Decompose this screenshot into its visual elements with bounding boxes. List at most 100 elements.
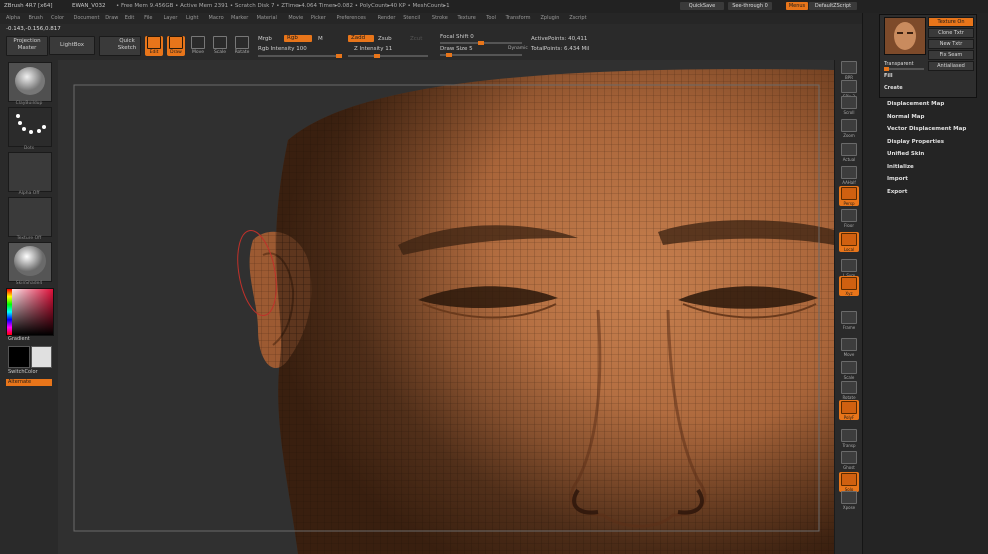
menu-picker[interactable]: Picker <box>311 15 326 21</box>
zcut-toggle[interactable]: Zcut <box>410 36 422 42</box>
fix-seam-button[interactable]: Fix Seam <box>928 50 974 60</box>
new-txtr-button[interactable]: New Txtr <box>928 39 974 49</box>
menu-preferences[interactable]: Preferences <box>337 15 366 21</box>
scroll-button[interactable]: Scroll <box>839 95 859 115</box>
solo-button[interactable]: Solo <box>839 472 859 492</box>
rgb-intensity-track[interactable] <box>258 54 342 58</box>
mrgb-toggle[interactable]: Mrgb <box>258 36 272 42</box>
rgb-toggle[interactable]: Rgb <box>284 35 312 42</box>
move-button[interactable]: Move <box>839 337 859 357</box>
material-selector[interactable] <box>8 242 52 282</box>
palette-item-export[interactable]: Export <box>887 189 907 195</box>
palette-item-displacement-map[interactable]: Displacement Map <box>887 101 944 107</box>
transparent-slider[interactable] <box>884 67 924 71</box>
projection-master-button[interactable]: Projection Master <box>6 36 48 56</box>
clone-txtr-button[interactable]: Clone Txtr <box>928 28 974 38</box>
texture-thumbnail[interactable] <box>884 17 926 55</box>
scale-button[interactable]: Scale <box>839 360 859 380</box>
antialiased-toggle[interactable]: Antialiased <box>928 61 974 71</box>
menu-texture[interactable]: Texture <box>458 15 476 21</box>
menu-zplugin[interactable]: Zplugin <box>541 15 560 21</box>
menu-document[interactable]: Document <box>74 15 100 21</box>
menu-draw[interactable]: Draw <box>105 15 118 21</box>
zoom-button[interactable]: Zoom <box>839 118 859 138</box>
menu-marker[interactable]: Marker <box>231 15 248 21</box>
texture-on-toggle[interactable]: Texture On <box>928 17 974 27</box>
local-button[interactable]: Local <box>839 232 859 252</box>
draw-tool-button[interactable]: Draw <box>167 36 185 56</box>
secondary-color-swatch[interactable] <box>31 346 52 368</box>
viewport-canvas[interactable] <box>58 60 834 554</box>
menu-movie[interactable]: Movie <box>288 15 303 21</box>
menus-toggle[interactable]: Menus <box>786 2 808 10</box>
rotate-tool-button[interactable]: Rotate <box>233 36 251 56</box>
palette-item-normal-map[interactable]: Normal Map <box>887 114 924 120</box>
see-through-slider[interactable]: See-through 0 <box>728 2 772 10</box>
palette-item-import[interactable]: Import <box>887 176 908 182</box>
menu-macro[interactable]: Macro <box>209 15 224 21</box>
quick-sketch-button[interactable]: Quick Sketch <box>99 36 141 56</box>
z-intensity-track[interactable] <box>348 54 428 58</box>
fill-button[interactable]: Fill <box>884 73 893 79</box>
ghost-button[interactable]: Ghost <box>839 450 859 470</box>
focal-shift-handle[interactable] <box>478 41 484 45</box>
transp-button[interactable]: Transp <box>839 428 859 448</box>
menu-tool[interactable]: Tool <box>486 15 496 21</box>
z-intensity-handle[interactable] <box>374 54 380 58</box>
focal-shift-slider[interactable]: Focal Shift 0 <box>440 34 474 40</box>
m-toggle[interactable]: M <box>318 36 323 42</box>
stroke-selector[interactable] <box>8 107 52 147</box>
palette-item-initialize[interactable]: Initialize <box>887 164 914 170</box>
color-picker[interactable] <box>6 288 54 336</box>
actual-button[interactable]: Actual <box>839 142 859 162</box>
bpr-button[interactable]: BPR <box>839 60 859 80</box>
rotate-button[interactable]: Rotate <box>839 380 859 400</box>
default-zscript-button[interactable]: DefaultZScript <box>809 2 857 10</box>
menu-stroke[interactable]: Stroke <box>432 15 448 21</box>
gradient-toggle[interactable]: Gradient <box>8 336 30 342</box>
aahalf-button[interactable]: AAHalf <box>839 165 859 185</box>
xpose-button[interactable]: Xpose <box>839 490 859 510</box>
menu-zscript[interactable]: Zscript <box>569 15 586 21</box>
palette-item-display-properties[interactable]: Display Properties <box>887 139 944 145</box>
lightbox-button[interactable]: LightBox <box>49 36 95 55</box>
alternate-toggle[interactable]: Alternate <box>6 379 52 386</box>
z-intensity-slider[interactable]: Z Intensity 11 <box>354 46 392 52</box>
menu-transform[interactable]: Transform <box>506 15 531 21</box>
edit-tool-button[interactable]: Edit <box>145 36 163 56</box>
create-button[interactable]: Create <box>884 85 903 91</box>
menu-material[interactable]: Material <box>257 15 277 21</box>
hue-strip[interactable] <box>7 289 12 335</box>
menu-edit[interactable]: Edit <box>125 15 135 21</box>
draw-size-track[interactable] <box>440 53 522 57</box>
xyz-button[interactable]: Xyz <box>839 276 859 296</box>
alpha-selector[interactable] <box>8 152 52 192</box>
dynamic-toggle[interactable]: Dynamic <box>508 46 528 51</box>
scale-tool-button[interactable]: Scale <box>211 36 229 56</box>
zadd-toggle[interactable]: Zadd <box>348 35 374 42</box>
draw-size-handle[interactable] <box>446 53 452 57</box>
menu-stencil[interactable]: Stencil <box>403 15 420 21</box>
menu-layer[interactable]: Layer <box>164 15 178 21</box>
polyf-button[interactable]: PolyF <box>839 400 859 420</box>
menu-brush[interactable]: Brush <box>29 15 43 21</box>
quicksave-button[interactable]: QuickSave <box>680 2 724 10</box>
brush-selector[interactable] <box>8 62 52 102</box>
move-tool-button[interactable]: Move <box>189 36 207 56</box>
menu-color[interactable]: Color <box>51 15 64 21</box>
switch-color-button[interactable]: SwitchColor <box>8 369 38 375</box>
floor-button[interactable]: Floor <box>839 208 859 228</box>
rgb-intensity-slider[interactable]: Rgb Intensity 100 <box>258 46 307 52</box>
lsym-button[interactable]: L.Sym <box>839 258 859 278</box>
rgb-intensity-handle[interactable] <box>336 54 342 58</box>
palette-item-vector-displacement-map[interactable]: Vector Displacement Map <box>887 126 966 132</box>
main-color-swatch[interactable] <box>8 346 30 368</box>
zsub-toggle[interactable]: Zsub <box>378 36 392 42</box>
draw-size-slider[interactable]: Draw Size 5 <box>440 46 473 52</box>
focal-shift-track[interactable] <box>440 41 522 45</box>
menu-file[interactable]: File <box>144 15 152 21</box>
menu-render[interactable]: Render <box>378 15 396 21</box>
texture-selector[interactable] <box>8 197 52 237</box>
frame-button[interactable]: Frame <box>839 310 859 330</box>
menu-alpha[interactable]: Alpha <box>6 15 20 21</box>
